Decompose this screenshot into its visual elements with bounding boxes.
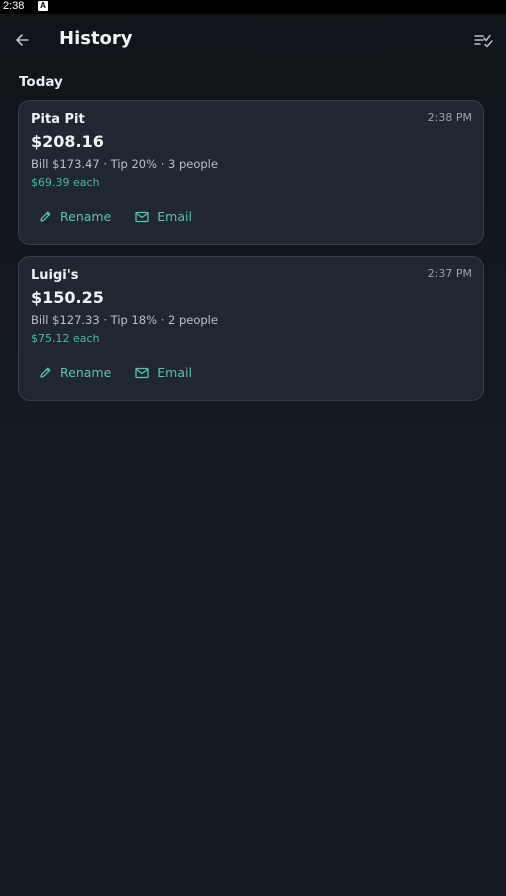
email-button[interactable]: Email [135,365,192,380]
pencil-icon [40,211,51,222]
pencil-icon [40,367,51,378]
email-label: Email [157,209,192,224]
card-details: Bill $127.33 · Tip 18% · 2 people [31,313,218,327]
back-button[interactable] [8,26,36,54]
section-header-today: Today [19,74,63,90]
card-per-person: $75.12 each [31,332,100,345]
card-details: Bill $173.47 · Tip 20% · 3 people [31,157,218,171]
rename-label: Rename [60,365,112,380]
card-actions: Rename Email [39,209,192,224]
card-per-person: $69.39 each [31,176,100,189]
arrow-left-icon [16,34,29,46]
card-timestamp: 2:38 PM [427,111,472,124]
page-title: History [59,28,133,49]
mail-icon [135,367,149,378]
card-total: $150.25 [31,288,104,307]
card-total: $208.16 [31,132,104,151]
mail-icon [135,211,149,222]
select-mode-button[interactable] [470,26,498,54]
status-time: 2:38 [3,0,25,12]
rename-button[interactable]: Rename [39,209,111,224]
status-bar: 2:38 A [0,0,506,14]
email-button[interactable]: Email [135,209,192,224]
card-timestamp: 2:37 PM [427,267,472,280]
checklist-icon [474,34,493,48]
history-card[interactable]: Luigi's 2:37 PM $150.25 Bill $127.33 · T… [18,256,484,401]
rename-label: Rename [60,209,112,224]
app-bar: History [0,14,506,66]
notification-icon: A [38,1,48,11]
email-label: Email [157,365,192,380]
rename-button[interactable]: Rename [39,365,111,380]
card-title: Luigi's [31,268,79,283]
card-actions: Rename Email [39,365,192,380]
card-title: Pita Pit [31,112,85,127]
history-card[interactable]: Pita Pit 2:38 PM $208.16 Bill $173.47 · … [18,100,484,245]
